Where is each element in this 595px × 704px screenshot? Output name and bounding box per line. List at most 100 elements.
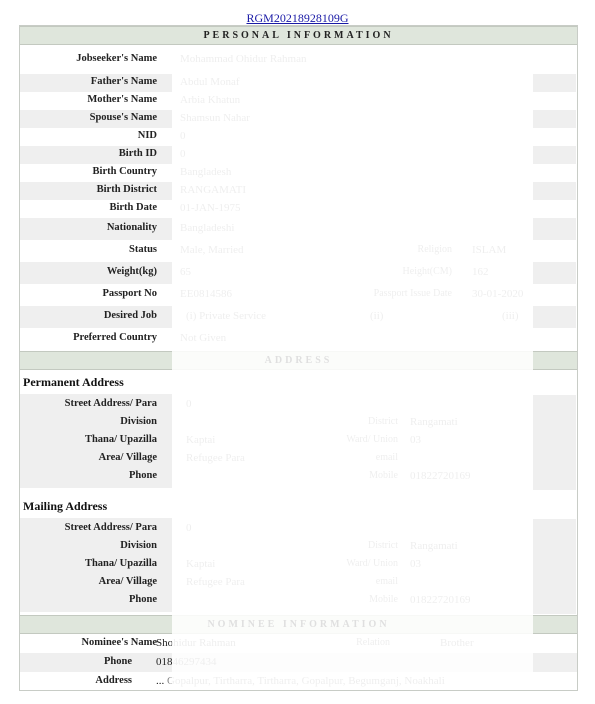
row-mail-phone: Phone Mobile 01822720169	[20, 592, 577, 610]
label-passport-issue-date: Passport Issue Date	[373, 288, 452, 299]
row-nid: NID 0	[20, 128, 577, 146]
row-perm-street: Street Address/ Para 0	[20, 396, 577, 414]
value-passport-no: EE0814586	[180, 288, 232, 300]
right-strip	[533, 218, 576, 240]
label-nationality: Nationality	[106, 222, 157, 233]
row-perm-division: Division District Rangamati	[20, 414, 577, 432]
row-nationality: Nationality Bangladeshi	[20, 218, 577, 240]
value-perm-ward: 03	[410, 434, 421, 446]
value-nominee-address: ... Gopalpur, Tirtharra, Tirtharra, Gopa…	[156, 675, 445, 687]
label-status: Status	[128, 244, 157, 255]
label-religion: Religion	[417, 244, 452, 255]
row-nominee-name: Nominee's Name Shohidur Rahman Relation …	[20, 634, 577, 653]
value-nominee-phone-visible: 018	[156, 656, 173, 668]
value-perm-area: Refugee Para	[186, 452, 245, 464]
label-nid: NID	[137, 130, 157, 141]
value-jobseeker-name: Mohammad Ohidur Rahman	[180, 53, 307, 65]
label-jobseeker-name: Jobseeker's Name	[76, 53, 157, 64]
row-father-name: Father's Name Abdul Monaf	[20, 74, 577, 92]
value-birth-country: Bangladesh	[180, 166, 232, 178]
label-weight: Weight(kg)	[106, 266, 157, 277]
value-birth-date: 01-JAN-1975	[180, 202, 241, 214]
permanent-address-title: Permanent Address	[23, 375, 124, 389]
label-mother-name: Mother's Name	[87, 94, 157, 105]
value-nominee-name-visible: Sho	[156, 637, 174, 649]
label-nominee-phone: Phone	[103, 656, 132, 667]
label-perm-division: Division	[120, 416, 157, 427]
right-strip	[533, 262, 576, 284]
value-nominee-address-visible: ...	[156, 675, 165, 687]
value-perm-district: Rangamati	[410, 416, 458, 428]
value-mail-mobile: 01822720169	[410, 594, 471, 606]
row-perm-thana: Thana/ Upazilla Kaptai Ward/ Union 03	[20, 432, 577, 450]
value-perm-thana: Kaptai	[186, 434, 216, 446]
label-mail-mobile: Mobile	[369, 594, 398, 605]
right-strip	[533, 306, 576, 328]
row-mail-street: Street Address/ Para 0	[20, 520, 577, 538]
value-perm-street: 0	[186, 398, 192, 410]
row-desired-job: Desired Job (i) Private Service (ii) (ii…	[20, 306, 577, 328]
label-perm-phone: Phone	[128, 470, 157, 481]
value-father-name: Abdul Monaf	[180, 76, 240, 88]
value-desired-job-1: (i) Private Service	[186, 310, 267, 322]
label-perm-thana: Thana/ Upazilla	[84, 434, 157, 445]
label-birth-district: Birth District	[96, 184, 157, 195]
right-strip	[533, 395, 576, 490]
value-weight: 65	[180, 266, 191, 278]
row-passport: Passport No EE0814586 Passport Issue Dat…	[20, 284, 577, 306]
value-spouse-name: Shamsun Nahar	[180, 112, 250, 124]
cv-form-table: PERSONAL INFORMATION Jobseeker's Name Mo…	[19, 25, 578, 691]
value-perm-mobile: 01822720169	[410, 470, 471, 482]
mailing-address-title: Mailing Address	[23, 499, 108, 513]
label-mail-phone: Phone	[128, 594, 157, 605]
value-status: Male, Married	[180, 244, 244, 256]
value-mail-district: Rangamati	[410, 540, 458, 552]
value-mother-name: Arbia Khatun	[180, 94, 241, 106]
row-mother-name: Mother's Name Arbia Khatun	[20, 92, 577, 110]
value-preferred-country: Not Given	[180, 332, 227, 344]
label-mail-division: Division	[120, 540, 157, 551]
row-mail-thana: Thana/ Upazilla Kaptai Ward/ Union 03	[20, 556, 577, 574]
label-perm-district: District	[368, 416, 398, 427]
section-header-address: ADDRESS	[20, 351, 577, 370]
label-father-name: Father's Name	[90, 76, 157, 87]
label-perm-ward: Ward/ Union	[346, 434, 398, 445]
label-desired-job: Desired Job	[103, 310, 157, 321]
row-mail-division: Division District Rangamati	[20, 538, 577, 556]
label-birth-country: Birth Country	[92, 166, 157, 177]
value-mail-area: Refugee Para	[186, 576, 245, 588]
value-nominee-phone-faded: 46297434	[172, 656, 217, 668]
label-perm-street: Street Address/ Para	[64, 398, 157, 409]
row-jobseeker-name: Jobseeker's Name Mohammad Ohidur Rahman	[20, 50, 577, 70]
value-nid: 0	[180, 130, 186, 142]
registration-id-link[interactable]: RGM20218928109G	[0, 11, 595, 26]
label-mail-area: Area/ Village	[98, 576, 157, 587]
row-birth-id: Birth ID 0	[20, 146, 577, 164]
value-mail-ward: 03	[410, 558, 421, 570]
label-preferred-country: Preferred Country	[73, 332, 157, 343]
right-strip	[533, 146, 576, 164]
label-birth-date: Birth Date	[109, 202, 157, 213]
label-spouse-name: Spouse's Name	[89, 112, 157, 123]
row-mail-area: Area/ Village Refugee Para email	[20, 574, 577, 592]
row-perm-phone: Phone Mobile 01822720169	[20, 468, 577, 486]
value-birth-id: 0	[180, 148, 186, 160]
row-nominee-phone: Phone 01846297434	[20, 653, 577, 672]
value-nationality: Bangladeshi	[180, 222, 235, 234]
row-status: Status Male, Married Religion ISLAM	[20, 240, 577, 262]
row-birth-date: Birth Date 01-JAN-1975	[20, 200, 577, 218]
label-birth-id: Birth ID	[118, 148, 157, 159]
row-spouse-name: Spouse's Name Shamsun Nahar	[20, 110, 577, 128]
row-weight: Weight(kg) 65 Height(CM) 162	[20, 262, 577, 284]
right-strip	[533, 74, 576, 92]
label-passport-no: Passport No	[102, 288, 157, 299]
value-nominee-phone: 01846297434	[156, 656, 217, 668]
value-passport-issue-date: 30-01-2020	[472, 288, 524, 300]
value-birth-district: RANGAMATI	[180, 184, 246, 196]
value-mail-thana: Kaptai	[186, 558, 216, 570]
row-nominee-address: Address ... Gopalpur, Tirtharra, Tirthar…	[20, 672, 577, 691]
row-preferred-country: Preferred Country Not Given	[20, 328, 577, 350]
right-strip	[533, 110, 576, 128]
label-nominee-address: Address	[95, 675, 132, 686]
label-mail-thana: Thana/ Upazilla	[84, 558, 157, 569]
